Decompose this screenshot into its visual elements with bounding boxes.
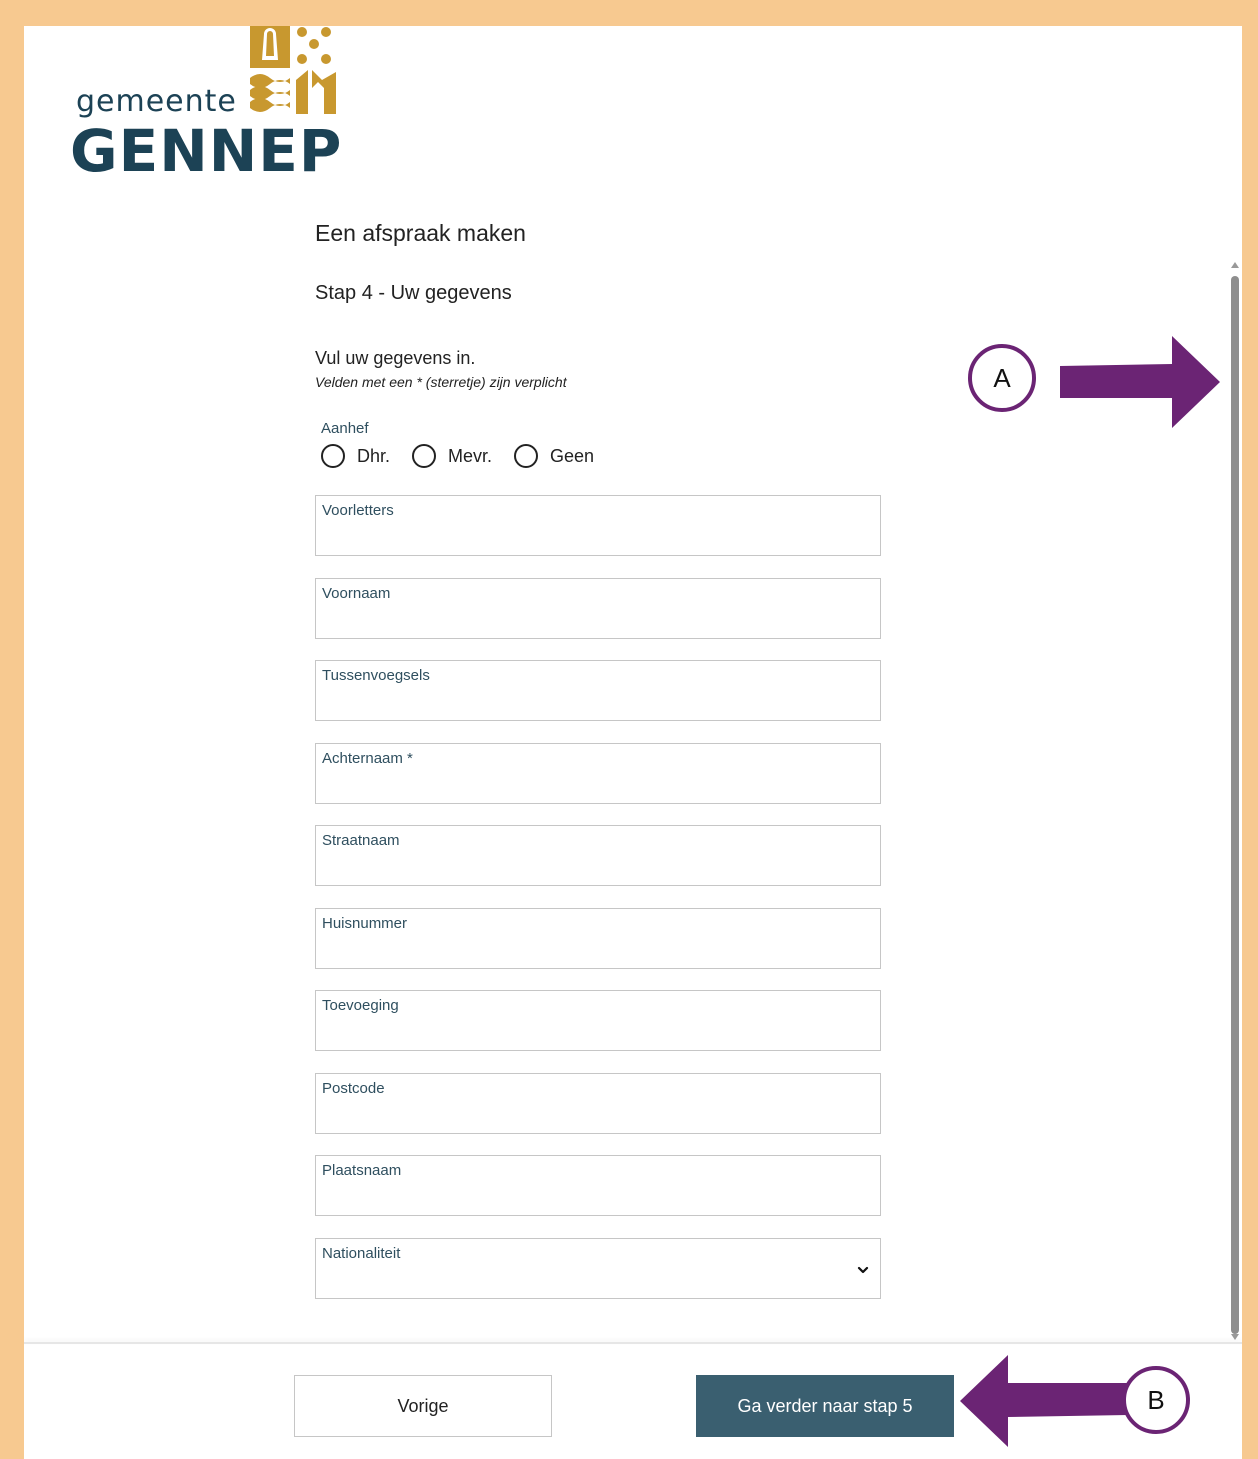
field-label: Plaatsnaam: [322, 1162, 402, 1179]
nationaliteit-select[interactable]: Nationaliteit: [315, 1238, 881, 1299]
huisnummer-field[interactable]: Huisnummer: [315, 908, 881, 969]
radio-mevr[interactable]: Mevr.: [412, 444, 492, 468]
plaatsnaam-field[interactable]: Plaatsnaam: [315, 1155, 881, 1216]
next-step-button[interactable]: Ga verder naar stap 5: [696, 1375, 954, 1437]
step-title: Stap 4 - Uw gegevens: [315, 282, 512, 304]
annotation-a-label: A: [993, 362, 1011, 393]
radio-label: Dhr.: [357, 445, 391, 466]
field-label: Huisnummer: [322, 915, 408, 932]
field-label: Achternaam *: [322, 750, 413, 767]
radio-dhr[interactable]: Dhr.: [321, 444, 390, 468]
annotation-arrow-left-icon: [960, 1355, 1128, 1447]
scrollbar-thumb[interactable]: [1231, 276, 1239, 1334]
vertical-scrollbar[interactable]: [1229, 262, 1241, 1344]
radio-label: Geen: [550, 445, 595, 466]
field-label: Toevoeging: [322, 997, 399, 1014]
app-window: gemeente GENNEP Een afspraak maken Stap …: [24, 26, 1242, 1459]
annotation-arrow-right-icon: [1060, 336, 1220, 428]
municipal-emblem-icon: [250, 26, 336, 114]
required-note: Velden met een * (sterretje) zijn verpli…: [315, 374, 567, 390]
straatnaam-field[interactable]: Straatnaam: [315, 825, 881, 886]
scroll-down-icon[interactable]: [1231, 1334, 1239, 1340]
voorletters-field[interactable]: Voorletters: [315, 495, 881, 556]
form-intro: Vul uw gegevens in.: [315, 348, 476, 368]
chevron-down-icon[interactable]: [856, 1263, 870, 1277]
field-label: Tussenvoegsels: [322, 667, 430, 684]
field-label: Voornaam: [322, 585, 391, 602]
radio-button-icon[interactable]: [412, 444, 437, 468]
field-label: Voorletters: [322, 502, 394, 519]
aanhef-label: Aanhef: [321, 420, 369, 437]
radio-label: Mevr.: [448, 445, 493, 466]
toevoeging-field[interactable]: Toevoeging: [315, 990, 881, 1051]
gemeente-gennep-logo[interactable]: gemeente GENNEP: [70, 26, 370, 196]
achternaam-field[interactable]: Achternaam *: [315, 743, 881, 804]
field-label: Straatnaam: [322, 832, 400, 849]
radio-button-icon[interactable]: [514, 444, 539, 468]
tussenvoegsels-field[interactable]: Tussenvoegsels: [315, 660, 881, 721]
page-title: Een afspraak maken: [315, 220, 526, 246]
logo-word-gemeente: gemeente: [76, 84, 237, 119]
radio-button-icon[interactable]: [321, 444, 345, 468]
field-label: Nationaliteit: [322, 1245, 401, 1262]
footer-divider: [24, 1342, 1242, 1344]
postcode-field[interactable]: Postcode: [315, 1073, 881, 1134]
scroll-up-icon[interactable]: [1231, 262, 1239, 268]
aanhef-radio-group: Dhr. Mevr. Geen: [321, 444, 616, 468]
field-label: Postcode: [322, 1080, 385, 1097]
annotation-b-label: B: [1147, 1384, 1165, 1415]
voornaam-field[interactable]: Voornaam: [315, 578, 881, 639]
annotation-a-marker: A: [968, 344, 1036, 412]
previous-button[interactable]: Vorige: [294, 1375, 552, 1437]
radio-geen[interactable]: Geen: [514, 444, 594, 468]
annotation-b-marker: B: [1122, 1366, 1190, 1434]
logo-word-gennep: GENNEP: [70, 117, 343, 185]
